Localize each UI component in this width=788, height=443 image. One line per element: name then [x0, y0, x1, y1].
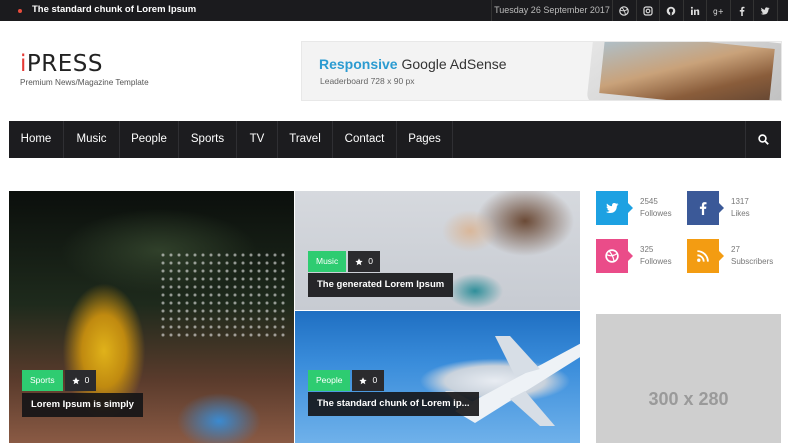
svg-text:g+: g+ [713, 7, 723, 16]
main-nav: Home Music People Sports TV Travel Conta… [9, 121, 781, 158]
ad-subtitle: Leaderboard 728 x 90 px [320, 76, 415, 86]
sidebar-ad-placeholder[interactable]: 300 x 280 [596, 314, 781, 443]
stat-label: Followes [640, 257, 672, 266]
featured-post-people[interactable]: People 0 The standard chunk of Lorem ip.… [295, 311, 580, 443]
search-icon[interactable] [745, 121, 781, 158]
leaderboard-ad[interactable]: Responsive Google AdSense Leaderboard 72… [301, 41, 782, 101]
ad-phone-screen [599, 42, 775, 100]
ticker-headline[interactable]: The standard chunk of Lorem Ipsum [32, 4, 196, 15]
featured-post-music[interactable]: Music 0 The generated Lorem Ipsum [295, 191, 580, 310]
stat-count: 325 [640, 245, 654, 254]
ad-headline: Responsive Google AdSense [319, 56, 507, 72]
nav-item-sports[interactable]: Sports [179, 121, 237, 158]
nav-item-home[interactable]: Home [9, 121, 64, 158]
stat-label: Followes [640, 209, 672, 218]
category-badge[interactable]: People [308, 370, 351, 391]
stadium-lights-image [159, 251, 289, 341]
stat-label: Likes [731, 209, 750, 218]
stat-count: 1317 [731, 197, 749, 206]
likes-counter[interactable]: 0 [64, 370, 97, 391]
current-date: Tuesday 26 September 2017 [491, 0, 613, 21]
nav-item-people[interactable]: People [120, 121, 179, 158]
logo-tagline: Premium News/Magazine Template [20, 78, 149, 87]
nav-item-music[interactable]: Music [64, 121, 120, 158]
stat-label: Subscribers [731, 257, 774, 266]
stat-count: 2545 [640, 197, 658, 206]
category-badge[interactable]: Music [308, 251, 347, 272]
twitter-counter[interactable]: 2545 Followes [596, 191, 672, 225]
top-bar: The standard chunk of Lorem Ipsum Tuesda… [0, 0, 788, 21]
likes-counter[interactable]: 0 [352, 370, 385, 391]
nav-item-tv[interactable]: TV [237, 121, 278, 158]
dribbble-icon[interactable] [613, 0, 637, 21]
star-icon [355, 257, 363, 265]
instagram-icon[interactable] [637, 0, 660, 21]
site-logo[interactable]: iPRESS Premium News/Magazine Template [20, 51, 149, 88]
dribbble-counter[interactable]: 325 Followes [596, 239, 672, 273]
facebook-counter[interactable]: 1317 Likes [687, 191, 750, 225]
star-icon [359, 376, 368, 384]
rss-counter[interactable]: 27 Subscribers [687, 239, 773, 273]
nav-item-contact[interactable]: Contact [333, 121, 397, 158]
post-title[interactable]: Lorem Ipsum is simply [22, 393, 143, 417]
post-title[interactable]: The generated Lorem Ipsum [308, 273, 454, 297]
facebook-icon[interactable] [731, 0, 754, 21]
likes-counter[interactable]: 0 [348, 251, 380, 272]
twitter-icon [596, 191, 633, 225]
airplane-image [445, 336, 580, 426]
post-title[interactable]: The standard chunk of Lorem ip... [308, 392, 479, 416]
dribbble-icon [596, 239, 633, 273]
featured-post-sports[interactable]: Sports 0 Lorem Ipsum is simply [9, 191, 294, 443]
linkedin-icon[interactable] [684, 0, 707, 21]
nav-item-travel[interactable]: Travel [278, 121, 333, 158]
star-icon [71, 376, 80, 384]
googleplus-icon[interactable]: g+ [707, 0, 731, 21]
facebook-icon [687, 191, 724, 225]
nav-item-pages[interactable]: Pages [397, 121, 453, 158]
ad-size-label: 300 x 280 [648, 389, 729, 409]
featured-posts: Sports 0 Lorem Ipsum is simply Music 0 T… [9, 191, 580, 443]
twitter-icon[interactable] [754, 0, 778, 21]
rss-icon [687, 239, 724, 273]
github-icon[interactable] [660, 0, 684, 21]
post-meta: Sports 0 [22, 370, 97, 391]
post-meta: Music 0 [308, 251, 380, 272]
ticker-bullet [18, 9, 22, 13]
logo-wordmark: iPRESS [20, 51, 103, 77]
category-badge[interactable]: Sports [22, 370, 63, 391]
stat-count: 27 [731, 245, 740, 254]
social-links: g+ [613, 0, 778, 21]
post-meta: People 0 [308, 370, 385, 391]
